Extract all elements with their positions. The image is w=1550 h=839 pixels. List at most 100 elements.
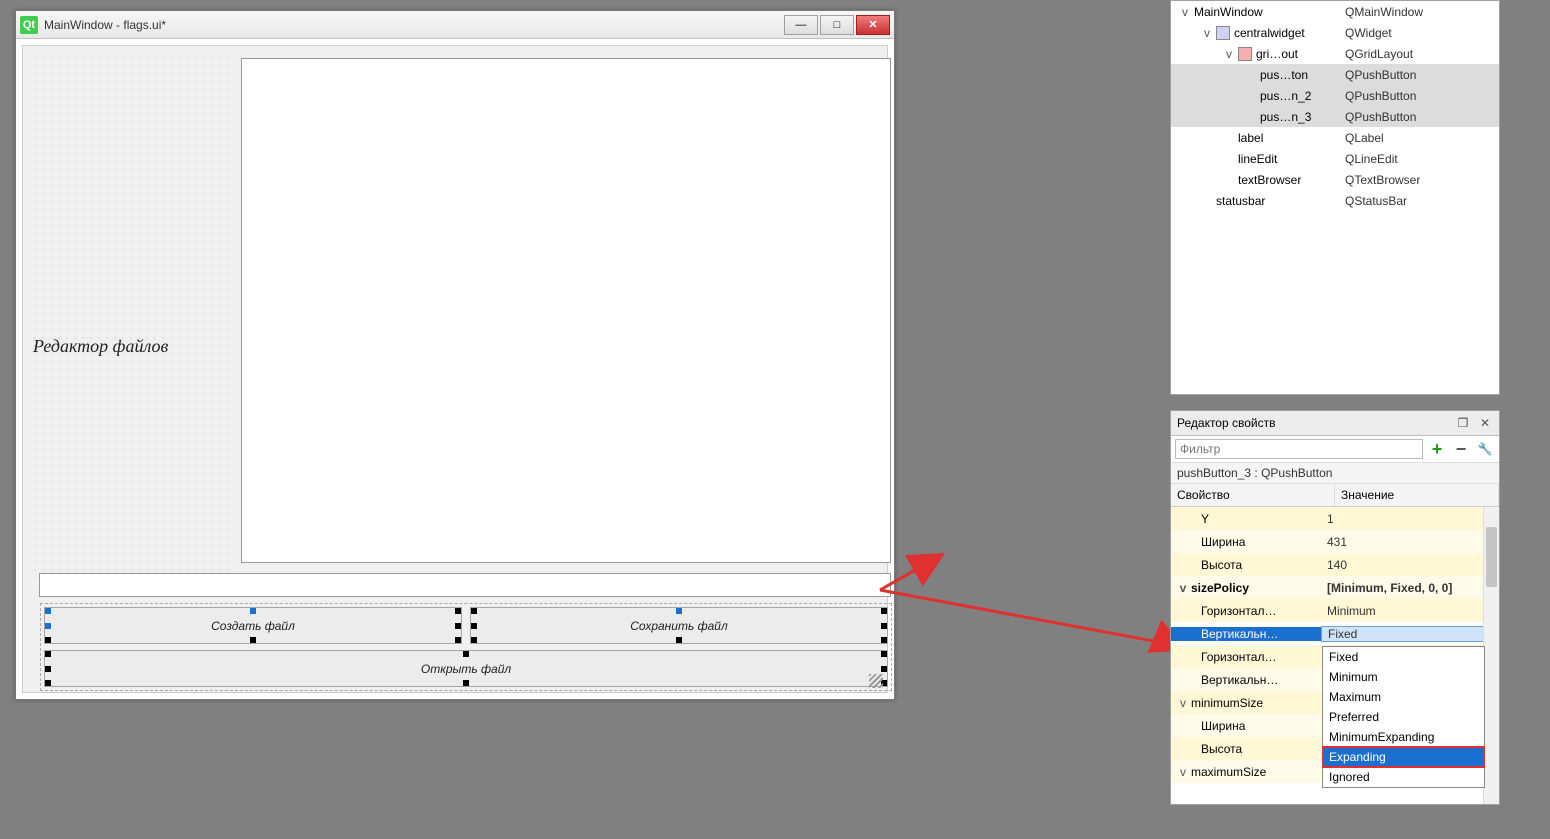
layout-dot-grid xyxy=(31,54,231,584)
property-editor-titlebar: Редактор свойств ❐ ✕ xyxy=(1171,411,1499,436)
object-name: pus…ton xyxy=(1260,68,1308,82)
object-tree-row[interactable]: lineEditQLineEdit xyxy=(1171,148,1499,169)
object-class: QPushButton xyxy=(1345,89,1416,103)
dropdown-option[interactable]: Ignored xyxy=(1323,767,1484,787)
object-class: QMainWindow xyxy=(1345,5,1423,19)
lineedit-widget[interactable] xyxy=(39,573,891,597)
close-icon[interactable]: ✕ xyxy=(1477,415,1493,431)
pushbutton-label: Открыть файл xyxy=(421,662,511,676)
object-tree-row[interactable]: pus…n_3 QPushButton xyxy=(1171,106,1499,127)
dropdown-option[interactable]: Fixed xyxy=(1323,647,1484,667)
restore-icon[interactable]: ❐ xyxy=(1455,415,1471,431)
add-property-button[interactable]: + xyxy=(1427,439,1447,459)
scrollbar[interactable] xyxy=(1483,507,1499,804)
property-row[interactable]: Высота 140 xyxy=(1171,553,1499,576)
property-value[interactable]: Fixed⌄ xyxy=(1321,626,1499,642)
window-title: MainWindow - flags.ui* xyxy=(44,18,782,32)
dropdown-option[interactable]: MinimumExpanding xyxy=(1323,727,1484,747)
property-name: Вертикальн… xyxy=(1201,673,1278,687)
object-name: centralwidget xyxy=(1234,26,1305,40)
settings-icon[interactable]: 🔧 xyxy=(1475,439,1495,459)
property-editor[interactable]: Редактор свойств ❐ ✕ + − 🔧 pushButton_3 … xyxy=(1170,410,1500,805)
close-button[interactable]: ✕ xyxy=(856,15,890,35)
property-name: Высота xyxy=(1201,558,1242,572)
property-value[interactable]: 431 xyxy=(1321,535,1499,549)
property-row[interactable]: Вертикальн… Fixed⌄ xyxy=(1171,622,1499,645)
designer-preview-window: Qt MainWindow - flags.ui* — □ ✕ Редактор… xyxy=(15,10,895,700)
property-row[interactable]: Ширина 431 xyxy=(1171,530,1499,553)
expander-icon[interactable]: v xyxy=(1179,5,1191,19)
expander-icon[interactable]: v xyxy=(1177,696,1189,710)
col-value[interactable]: Значение xyxy=(1335,484,1499,506)
object-class: QGridLayout xyxy=(1345,47,1413,61)
object-name: pus…n_2 xyxy=(1260,89,1311,103)
object-tree-row[interactable]: label QLabel xyxy=(1171,127,1499,148)
property-row[interactable]: Y1 xyxy=(1171,507,1499,530)
grid-layout-icon xyxy=(1238,47,1252,61)
property-value[interactable]: 1 xyxy=(1321,512,1499,526)
object-tree-row[interactable]: vMainWindow QMainWindow xyxy=(1171,1,1499,22)
property-row[interactable]: Горизонтал… Minimum xyxy=(1171,599,1499,622)
property-editor-title: Редактор свойств xyxy=(1177,416,1449,430)
pushbutton-save-file[interactable]: Сохранить файл xyxy=(470,607,888,644)
dropdown-option[interactable]: Expanding xyxy=(1323,747,1484,767)
size-policy-dropdown[interactable]: FixedMinimumMaximumPreferredMinimumExpan… xyxy=(1322,646,1485,788)
object-tree-row[interactable]: pus…n_2 QPushButton xyxy=(1171,85,1499,106)
object-tree-row[interactable]: v centralwidget QWidget xyxy=(1171,22,1499,43)
label-file-editor[interactable]: Редактор файлов xyxy=(33,336,233,357)
window-controls: — □ ✕ xyxy=(782,15,890,35)
col-property[interactable]: Свойство xyxy=(1171,484,1335,506)
property-name: Y xyxy=(1201,512,1209,526)
expander-icon[interactable]: v xyxy=(1177,765,1189,779)
scrollbar-thumb[interactable] xyxy=(1486,527,1497,587)
object-name: pus…n_3 xyxy=(1260,110,1311,124)
object-class: QPushButton xyxy=(1345,110,1416,124)
minimize-button[interactable]: — xyxy=(784,15,818,35)
property-columns-header: Свойство Значение xyxy=(1171,484,1499,507)
property-value[interactable]: Minimum xyxy=(1321,604,1499,618)
object-name: lineEdit xyxy=(1238,152,1277,166)
property-name: sizePolicy xyxy=(1191,581,1249,595)
property-name: maximumSize xyxy=(1191,765,1266,779)
property-name: Вертикальн… xyxy=(1201,627,1278,641)
object-name: MainWindow xyxy=(1194,5,1263,19)
grid-layout[interactable]: Создать файл Сохранить файл xyxy=(41,604,891,690)
object-inspector[interactable]: vMainWindowQMainWindowvcentralwidgetQWid… xyxy=(1170,0,1500,395)
pushbutton-label: Создать файл xyxy=(211,619,295,633)
object-class: QWidget xyxy=(1345,26,1392,40)
size-grip-icon[interactable] xyxy=(869,674,883,688)
object-tree-row[interactable]: v gri…out QGridLayout xyxy=(1171,43,1499,64)
filter-input[interactable] xyxy=(1175,439,1423,459)
designer-canvas[interactable]: Редактор файлов Создать файл Сохранить ф… xyxy=(22,45,888,693)
property-value[interactable]: 140 xyxy=(1321,558,1499,572)
titlebar: Qt MainWindow - flags.ui* — □ ✕ xyxy=(16,11,894,39)
object-class: QLabel xyxy=(1345,131,1384,145)
object-name: label xyxy=(1238,131,1263,145)
property-name: Горизонтал… xyxy=(1201,604,1276,618)
widget-icon xyxy=(1216,26,1230,40)
expander-icon[interactable]: v xyxy=(1177,581,1189,595)
object-name: gri…out xyxy=(1256,47,1298,61)
dropdown-option[interactable]: Preferred xyxy=(1323,707,1484,727)
expander-icon[interactable]: v xyxy=(1223,47,1235,61)
pushbutton-create-file[interactable]: Создать файл xyxy=(44,607,462,644)
property-name: Высота xyxy=(1201,742,1242,756)
dropdown-option[interactable]: Minimum xyxy=(1323,667,1484,687)
object-tree-row[interactable]: textBrowserQTextBrowser xyxy=(1171,169,1499,190)
textbrowser-widget[interactable] xyxy=(241,58,891,563)
property-value[interactable]: [Minimum, Fixed, 0, 0] xyxy=(1321,581,1499,595)
object-tree-row[interactable]: statusbarQStatusBar xyxy=(1171,190,1499,211)
property-editor-toolbar: + − 🔧 xyxy=(1171,436,1499,463)
property-row[interactable]: vsizePolicy [Minimum, Fixed, 0, 0] xyxy=(1171,576,1499,599)
property-name: Ширина xyxy=(1201,535,1245,549)
property-editor-context: pushButton_3 : QPushButton xyxy=(1171,463,1499,484)
dropdown-option[interactable]: Maximum xyxy=(1323,687,1484,707)
property-grid[interactable]: Y1Ширина431Высота140vsizePolicy[Minimum,… xyxy=(1171,507,1499,804)
object-tree-row[interactable]: pus…ton QPushButton xyxy=(1171,64,1499,85)
remove-property-button[interactable]: − xyxy=(1451,439,1471,459)
object-class: QPushButton xyxy=(1345,68,1416,82)
pushbutton-open-file[interactable]: Открыть файл xyxy=(44,650,888,687)
pushbutton-label: Сохранить файл xyxy=(630,619,727,633)
maximize-button[interactable]: □ xyxy=(820,15,854,35)
expander-icon[interactable]: v xyxy=(1201,26,1213,40)
